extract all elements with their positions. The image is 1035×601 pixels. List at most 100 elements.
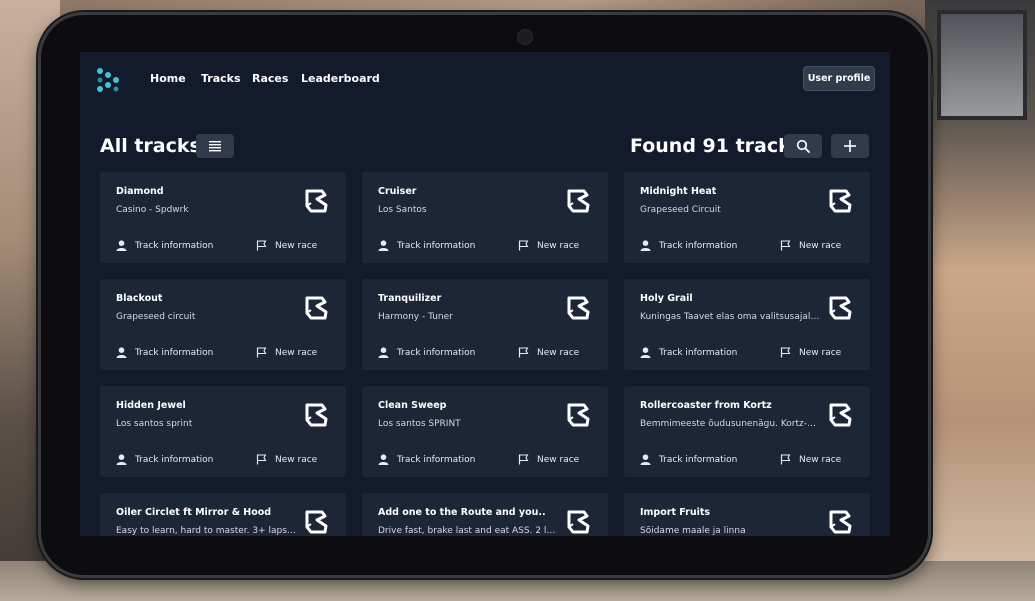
tablet-side-button <box>930 75 934 99</box>
track-information-link[interactable]: Track information <box>378 240 518 251</box>
new-race-link[interactable]: New race <box>780 347 841 358</box>
track-card[interactable]: Holy Grail Kuningas Taavet elas oma vali… <box>624 279 870 370</box>
track-information-link[interactable]: Track information <box>640 454 780 465</box>
track-card[interactable]: Cruiser Los Santos Track information New… <box>362 172 608 263</box>
track-map-icon <box>305 296 328 320</box>
track-information-link[interactable]: Track information <box>116 454 256 465</box>
flag-icon <box>256 454 267 465</box>
track-information-link[interactable]: Track information <box>378 347 518 358</box>
track-name: Diamond <box>116 186 164 197</box>
flag-icon <box>518 454 529 465</box>
track-description: Casino - Spdwrk <box>116 205 189 215</box>
track-count: Found 91 tracks <box>630 135 803 157</box>
new-race-label: New race <box>799 240 842 251</box>
track-name: Rollercoaster from Kortz <box>640 400 772 411</box>
card-actions: Track information New race <box>378 240 579 251</box>
track-map-icon <box>567 403 590 427</box>
track-map-icon <box>567 296 590 320</box>
new-race-label: New race <box>275 240 318 251</box>
track-map-icon <box>829 189 852 213</box>
new-race-link[interactable]: New race <box>780 454 841 465</box>
new-race-label: New race <box>799 454 842 465</box>
track-information-label: Track information <box>135 454 214 465</box>
track-information-link[interactable]: Track information <box>378 454 518 465</box>
track-card[interactable]: Tranquilizer Harmony - Tuner Track infor… <box>362 279 608 370</box>
new-race-link[interactable]: New race <box>256 347 317 358</box>
card-actions: Track information New race <box>116 347 317 358</box>
track-information-label: Track information <box>659 454 738 465</box>
track-card[interactable]: Oiler Circlet ft Mirror & Hood Easy to l… <box>100 493 346 536</box>
track-map-icon <box>305 510 328 534</box>
flag-icon <box>780 347 791 358</box>
user-icon <box>378 240 389 251</box>
track-card[interactable]: Hidden Jewel Los santos sprint Track inf… <box>100 386 346 477</box>
track-card[interactable]: Rollercoaster from Kortz Bemmimeeste õud… <box>624 386 870 477</box>
track-name: Holy Grail <box>640 293 693 304</box>
user-icon <box>640 347 651 358</box>
card-actions: Track information New race <box>640 347 841 358</box>
track-description: Sõidame maale ja linna <box>640 526 746 536</box>
track-card[interactable]: Add one to the Route and you.. Drive fas… <box>362 493 608 536</box>
track-map-icon <box>829 510 852 534</box>
track-information-link[interactable]: Track information <box>116 240 256 251</box>
new-race-link[interactable]: New race <box>256 240 317 251</box>
track-card[interactable]: Clean Sweep Los santos SPRINT Track info… <box>362 386 608 477</box>
track-description: Los Santos <box>378 205 427 215</box>
new-race-label: New race <box>275 454 318 465</box>
user-icon <box>640 240 651 251</box>
list-icon <box>209 141 221 152</box>
background-window <box>937 10 1027 120</box>
track-map-icon <box>305 403 328 427</box>
track-card[interactable]: Import Fruits Sõidame maale ja linna Tra… <box>624 493 870 536</box>
new-race-link[interactable]: New race <box>518 454 579 465</box>
nav-tracks[interactable]: Tracks <box>201 72 241 85</box>
track-name: Clean Sweep <box>378 400 447 411</box>
search-button[interactable] <box>784 134 822 158</box>
flag-icon <box>780 240 791 251</box>
track-name: Add one to the Route and you.. <box>378 507 546 518</box>
user-icon <box>116 454 127 465</box>
track-information-label: Track information <box>135 347 214 358</box>
new-race-label: New race <box>275 347 318 358</box>
track-description: Drive fast, brake last and eat ASS. 2 la… <box>378 526 558 536</box>
track-information-label: Track information <box>397 454 476 465</box>
track-card[interactable]: Blackout Grapeseed circuit Track informa… <box>100 279 346 370</box>
user-profile-button[interactable]: User profile <box>803 66 875 91</box>
page-title: All tracks <box>100 135 201 157</box>
track-map-icon <box>567 189 590 213</box>
top-nav: Home Tracks Races Leaderboard User profi… <box>80 52 890 106</box>
track-map-icon <box>567 510 590 534</box>
user-icon <box>116 347 127 358</box>
new-race-label: New race <box>537 454 580 465</box>
track-information-link[interactable]: Track information <box>640 240 780 251</box>
logo-icon[interactable] <box>95 66 123 94</box>
track-name: Hidden Jewel <box>116 400 186 411</box>
user-icon <box>640 454 651 465</box>
card-actions: Track information New race <box>640 240 841 251</box>
new-race-link[interactable]: New race <box>518 240 579 251</box>
add-track-button[interactable] <box>831 134 869 158</box>
card-actions: Track information New race <box>378 347 579 358</box>
new-race-link[interactable]: New race <box>518 347 579 358</box>
new-race-link[interactable]: New race <box>780 240 841 251</box>
card-actions: Track information New race <box>640 454 841 465</box>
track-name: Import Fruits <box>640 507 711 518</box>
track-card[interactable]: Midnight Heat Grapeseed Circuit Track in… <box>624 172 870 263</box>
card-actions: Track information New race <box>116 454 317 465</box>
nav-leaderboard[interactable]: Leaderboard <box>301 72 380 85</box>
track-card[interactable]: Diamond Casino - Spdwrk Track informatio… <box>100 172 346 263</box>
track-name: Cruiser <box>378 186 417 197</box>
new-race-link[interactable]: New race <box>256 454 317 465</box>
track-information-link[interactable]: Track information <box>116 347 256 358</box>
search-icon <box>796 139 810 153</box>
nav-races[interactable]: Races <box>252 72 288 85</box>
track-description: Los santos SPRINT <box>378 419 461 429</box>
track-name: Oiler Circlet ft Mirror & Hood <box>116 507 272 518</box>
nav-home[interactable]: Home <box>150 72 186 85</box>
tablet-screen: Home Tracks Races Leaderboard User profi… <box>80 52 890 536</box>
list-view-button[interactable] <box>196 134 234 158</box>
track-information-link[interactable]: Track information <box>640 347 780 358</box>
track-description: Los santos sprint <box>116 419 193 429</box>
track-grid: Diamond Casino - Spdwrk Track informatio… <box>100 172 870 536</box>
track-information-label: Track information <box>135 240 214 251</box>
